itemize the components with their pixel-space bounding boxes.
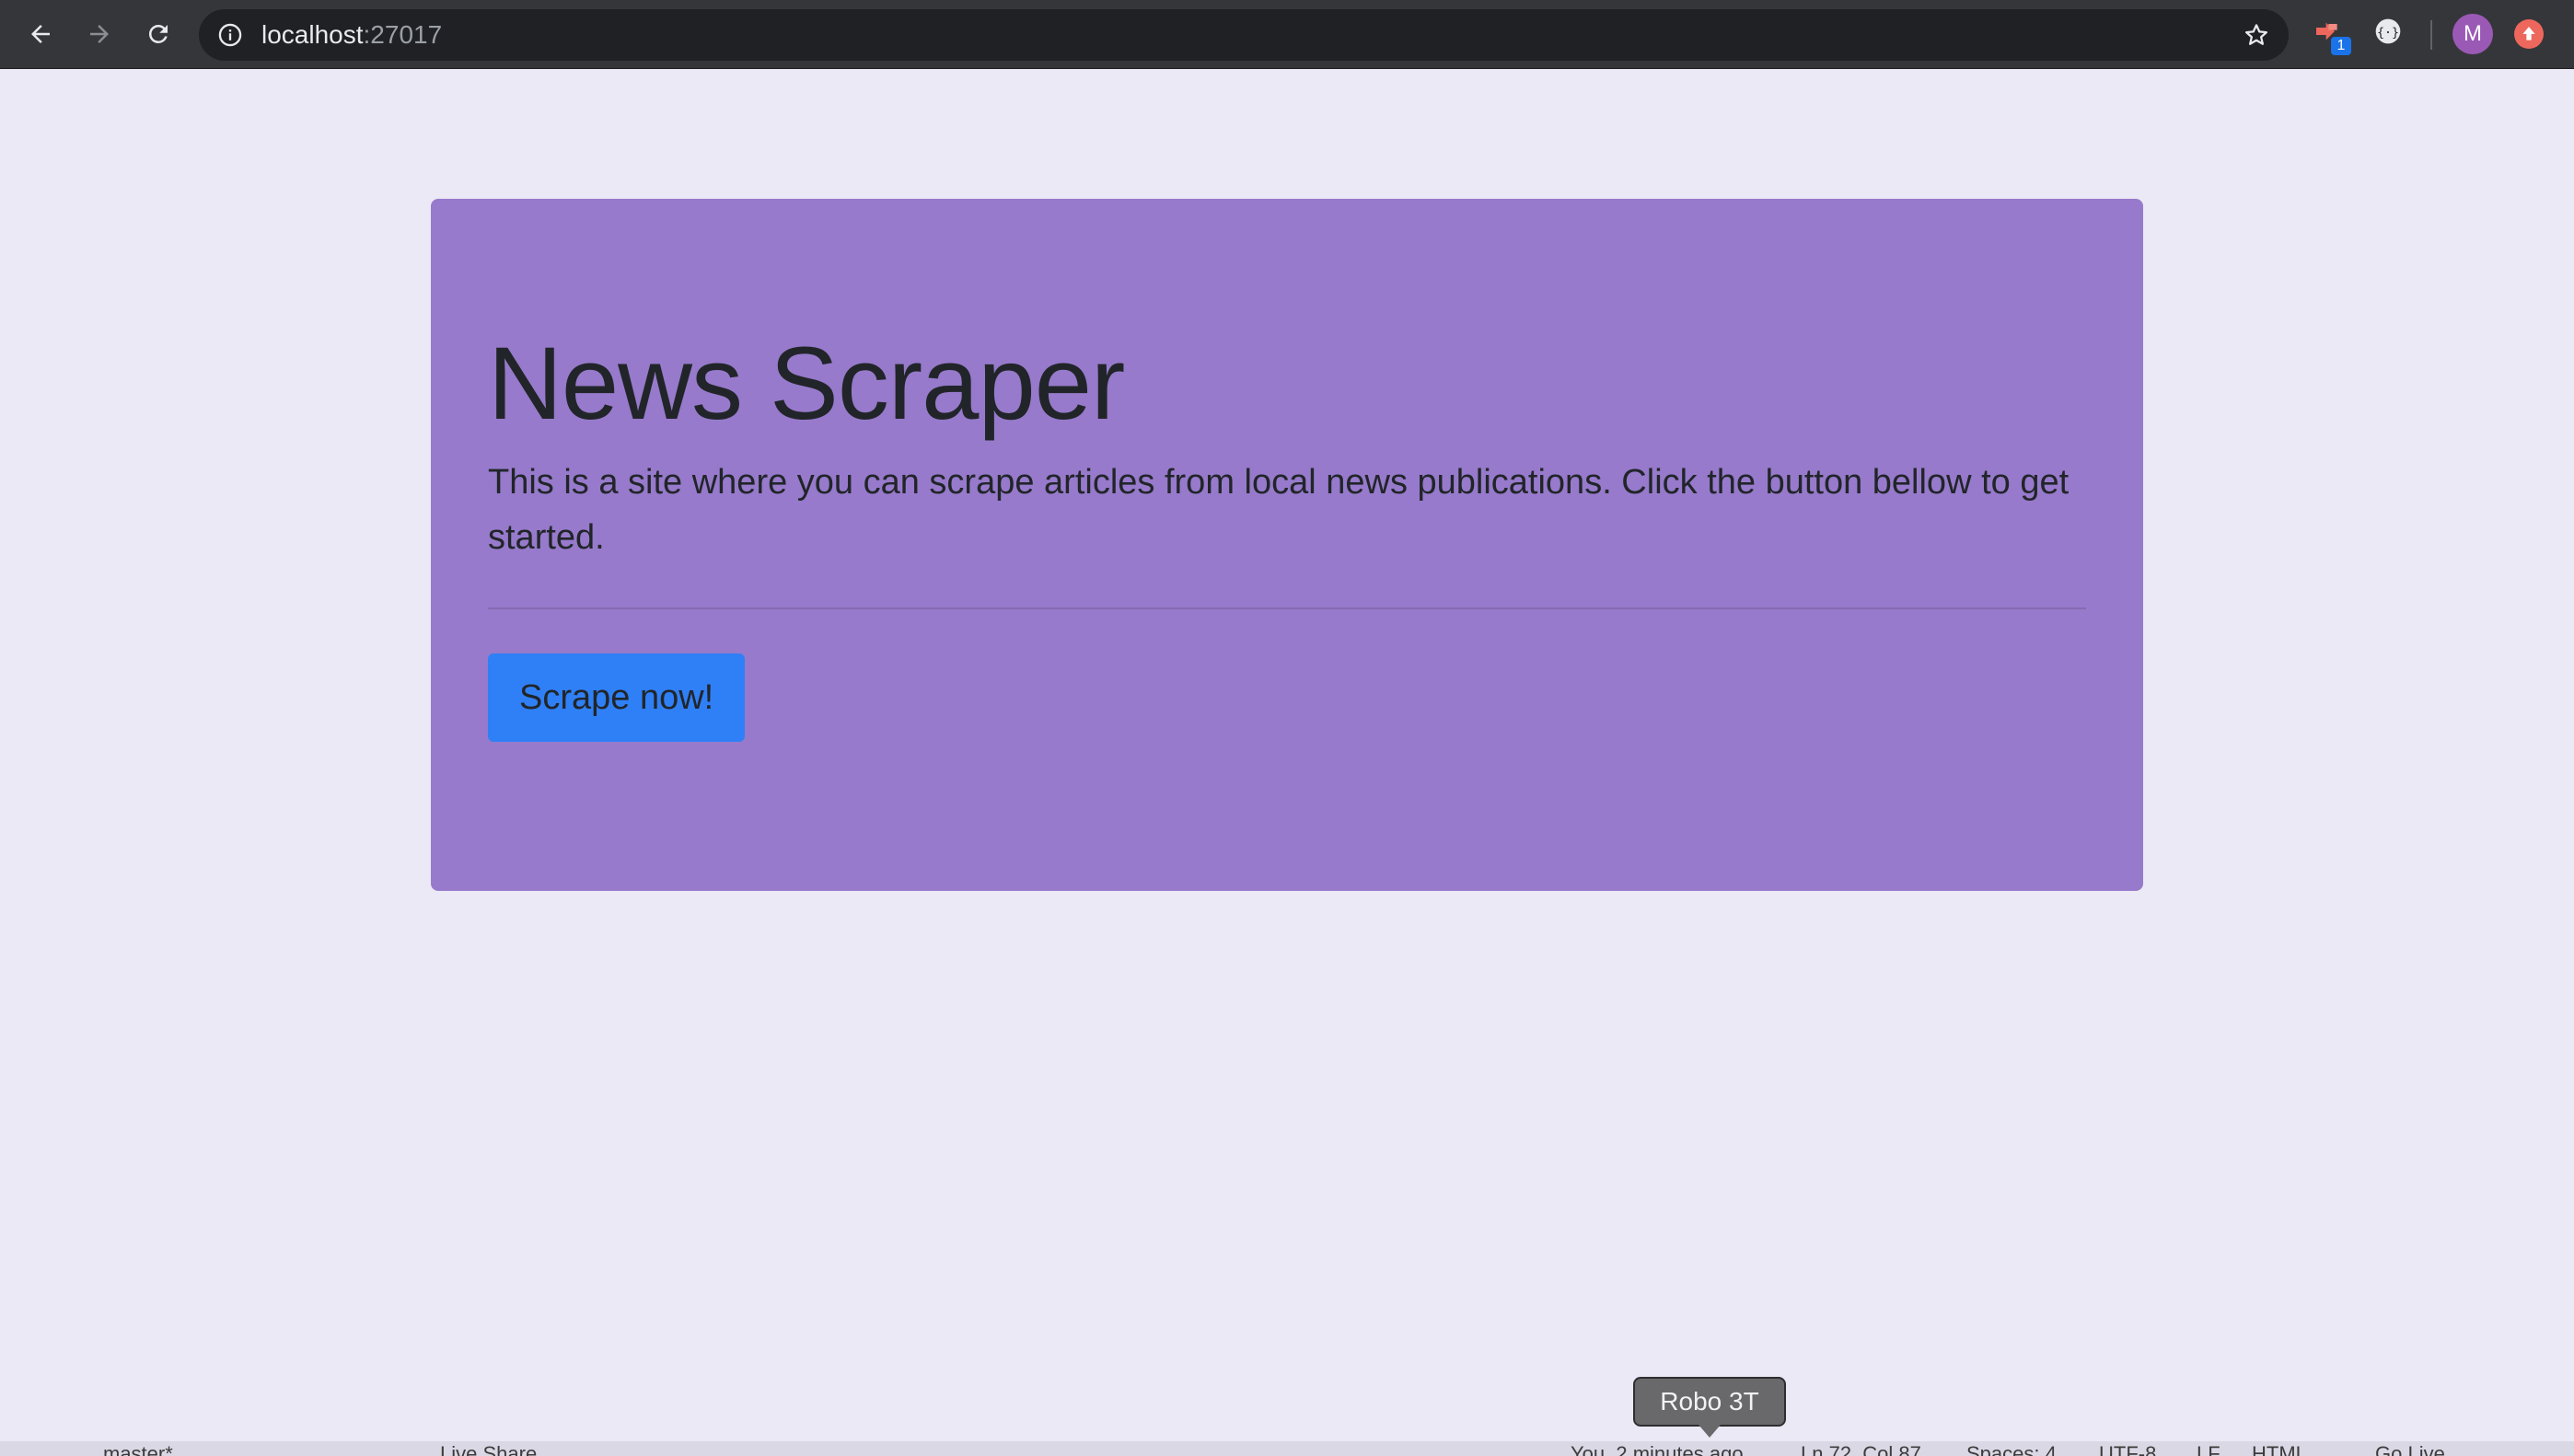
back-button[interactable] — [22, 16, 59, 52]
dock-tooltip: Robo 3T — [1633, 1377, 1786, 1427]
toolbar-divider — [2430, 20, 2432, 50]
url-text[interactable]: localhost:27017 — [261, 21, 442, 49]
status-live-share: Live Share — [440, 1442, 538, 1456]
page-title: News Scraper — [488, 326, 1125, 441]
browser-toolbar: localhost:27017 1 {·} M — [0, 0, 2574, 69]
lead-text: This is a site where you can scrape arti… — [488, 463, 2070, 557]
extension-badge: 1 — [2331, 37, 2351, 55]
star-icon[interactable] — [2243, 21, 2270, 49]
dock-tooltip-arrow — [1699, 1425, 1721, 1438]
reload-button[interactable] — [140, 16, 177, 52]
url-port: :27017 — [363, 20, 443, 49]
jumbotron: News Scraper This is a site where you ca… — [431, 199, 2143, 891]
arrow-left-icon — [31, 25, 50, 43]
arrow-right-icon — [90, 25, 109, 43]
divider — [488, 607, 2086, 609]
update-arrow-icon[interactable] — [2514, 19, 2544, 49]
status-encoding: UTF-8 — [2099, 1442, 2157, 1456]
status-blame: You, 2 minutes ago — [1571, 1442, 1744, 1456]
address-bar[interactable]: localhost:27017 — [199, 9, 2289, 61]
status-go-live: Go Live — [2375, 1442, 2445, 1456]
url-host: localhost — [261, 20, 364, 49]
status-branch: master* — [103, 1442, 173, 1456]
scrape-now-button[interactable]: Scrape now! — [488, 653, 746, 742]
status-eol: LF — [2197, 1442, 2220, 1456]
extension-button-2[interactable]: {·} — [2373, 17, 2408, 52]
code-extension-icon: {·} — [2375, 18, 2401, 44]
info-icon[interactable] — [217, 22, 243, 48]
status-language: HTML — [2252, 1442, 2307, 1456]
profile-avatar[interactable]: M — [2452, 14, 2493, 54]
forward-button[interactable] — [81, 16, 118, 52]
status-spaces: Spaces: 4 — [1966, 1442, 2057, 1456]
status-bar-peek: master* Live Share You, 2 minutes ago Ln… — [0, 1441, 2574, 1456]
reload-icon — [148, 24, 168, 43]
svg-text:{·}: {·} — [2377, 26, 2399, 40]
extension-button[interactable]: 1 — [2313, 17, 2351, 55]
status-cursor: Ln 72, Col 87 — [1801, 1442, 1921, 1456]
